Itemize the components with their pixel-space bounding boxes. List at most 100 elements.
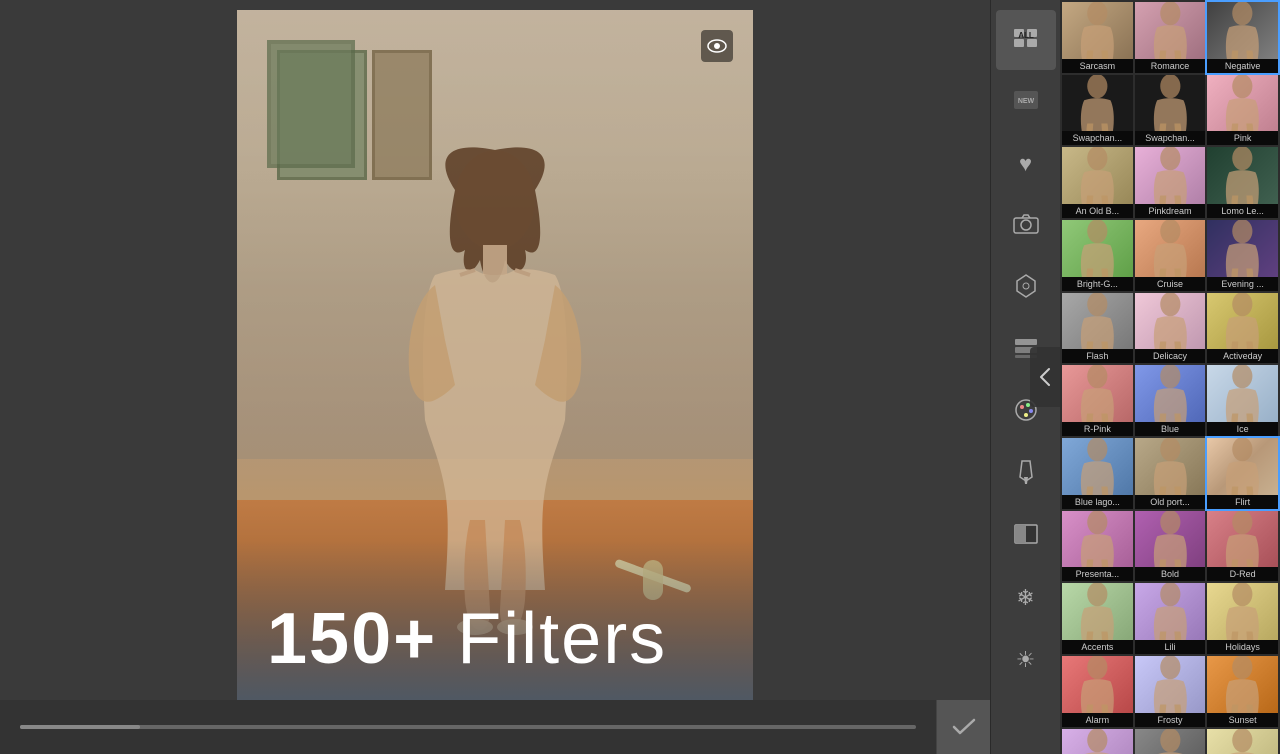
- snowflake-icon: ❄: [1016, 587, 1034, 609]
- filter-label-swapchannel1: Swapchan...: [1062, 131, 1133, 145]
- filter-thumb-bold: [1135, 511, 1206, 568]
- crystal-icon: [1013, 273, 1039, 303]
- filter-item-evening[interactable]: Evening ...: [1207, 220, 1278, 291]
- filter-label-romance: Romance: [1135, 59, 1206, 73]
- nav-item-snowflake[interactable]: ❄: [996, 568, 1056, 628]
- nav-item-brush[interactable]: [996, 444, 1056, 504]
- chevron-left-icon: [1039, 367, 1051, 387]
- filter-label-lili: Lili: [1135, 640, 1206, 654]
- checkmark-icon: [952, 718, 976, 736]
- filter-item-romance[interactable]: Romance: [1135, 2, 1206, 73]
- filter-item-pink[interactable]: Pink: [1207, 75, 1278, 146]
- mask-icon: [1014, 524, 1038, 548]
- new-icon: NEW: [1013, 90, 1039, 114]
- filter-thumb-ice: [1207, 365, 1278, 422]
- filter-thumb-holidays: [1207, 583, 1278, 640]
- filter-label-sunset: Sunset: [1207, 713, 1278, 727]
- filter-label-ice: Ice: [1207, 422, 1278, 436]
- filter-label-accents: Accents: [1062, 640, 1133, 654]
- filter-item-cruise[interactable]: Cruise: [1135, 220, 1206, 291]
- filter-item-lili[interactable]: Lili: [1135, 583, 1206, 654]
- nav-item-new[interactable]: NEW: [996, 72, 1056, 132]
- filter-item-oldbeauty[interactable]: An Old B...: [1062, 147, 1133, 218]
- filter-panel: Sarcasm Romance Negative Swapchan... Swa…: [1060, 0, 1280, 754]
- filter-item-ice[interactable]: Ice: [1207, 365, 1278, 436]
- filter-label-holidays: Holidays: [1207, 640, 1278, 654]
- filter-label: Filters: [457, 598, 667, 680]
- filter-item-pinkdream[interactable]: Pinkdream: [1135, 147, 1206, 218]
- filter-thumb-frosty: [1135, 656, 1206, 713]
- nav-item-mask[interactable]: [996, 506, 1056, 566]
- filter-item-presentation[interactable]: Presenta...: [1062, 511, 1133, 582]
- filter-thumb-evening: [1207, 220, 1278, 277]
- filter-item-flirt[interactable]: Flirt: [1207, 438, 1278, 509]
- filter-item-delicacy[interactable]: Delicacy: [1135, 293, 1206, 364]
- bottom-toolbar: [0, 700, 990, 754]
- filter-item-negative[interactable]: Negative: [1207, 2, 1278, 73]
- filter-label-evening: Evening ...: [1207, 277, 1278, 291]
- filter-item-swapchannel2[interactable]: Swapchan...: [1135, 75, 1206, 146]
- filter-label-pink: Pink: [1207, 131, 1278, 145]
- filter-item-rpink[interactable]: R-Pink: [1062, 365, 1133, 436]
- filter-item-oldport[interactable]: Old port...: [1135, 438, 1206, 509]
- filter-item-blue[interactable]: Blue: [1135, 365, 1206, 436]
- filter-item-more2[interactable]: ...: [1135, 729, 1206, 754]
- filter-thumb-more2: [1135, 729, 1206, 754]
- filter-item-accents[interactable]: Accents: [1062, 583, 1133, 654]
- nav-item-crystal[interactable]: [996, 258, 1056, 318]
- filter-thumb-delicacy: [1135, 293, 1206, 350]
- filter-thumb-brightgreen: [1062, 220, 1133, 277]
- eye-toggle-button[interactable]: [701, 30, 733, 62]
- filter-thumb-more3: [1207, 729, 1278, 754]
- filter-label-rpink: R-Pink: [1062, 422, 1133, 436]
- filter-thumb-alarm: [1062, 656, 1133, 713]
- confirm-button[interactable]: [936, 700, 990, 754]
- filter-label-oldbeauty: An Old B...: [1062, 204, 1133, 218]
- filter-label-swapchannel2: Swapchan...: [1135, 131, 1206, 145]
- filter-item-brightgreen[interactable]: Bright-G...: [1062, 220, 1133, 291]
- nav-item-all[interactable]: ALL: [996, 10, 1056, 70]
- filter-label-dred: D-Red: [1207, 567, 1278, 581]
- all-icon: ALL: [1013, 28, 1039, 52]
- filter-label-frosty: Frosty: [1135, 713, 1206, 727]
- filter-thumb-swapchannel2: [1135, 75, 1206, 132]
- filter-thumb-romance: [1135, 2, 1206, 59]
- filter-thumb-pink: [1207, 75, 1278, 132]
- nav-item-camera[interactable]: [996, 196, 1056, 256]
- svg-text:ALL: ALL: [1018, 31, 1034, 40]
- filter-label-alarm: Alarm: [1062, 713, 1133, 727]
- sun-icon: ☀: [1016, 649, 1036, 671]
- filter-label-presentation: Presenta...: [1062, 567, 1133, 581]
- filter-label-bluelago: Blue lago...: [1062, 495, 1133, 509]
- nav-item-favorites[interactable]: ♥: [996, 134, 1056, 194]
- filter-item-sarcasm[interactable]: Sarcasm: [1062, 2, 1133, 73]
- filter-thumb-rpink: [1062, 365, 1133, 422]
- filter-item-flash[interactable]: Flash: [1062, 293, 1133, 364]
- filter-item-sunset[interactable]: Sunset: [1207, 656, 1278, 727]
- filter-label-flirt: Flirt: [1207, 495, 1278, 509]
- filter-label-pinkdream: Pinkdream: [1135, 204, 1206, 218]
- filter-item-more3[interactable]: ...: [1207, 729, 1278, 754]
- filter-label-blue: Blue: [1135, 422, 1206, 436]
- collapse-panel-button[interactable]: [1030, 347, 1060, 407]
- filter-count: 150+: [267, 598, 437, 680]
- nav-item-sun[interactable]: ☀: [996, 630, 1056, 690]
- brush-svg-icon: [1014, 459, 1038, 485]
- filter-item-alarm[interactable]: Alarm: [1062, 656, 1133, 727]
- filter-item-bold[interactable]: Bold: [1135, 511, 1206, 582]
- filter-thumb-cruise: [1135, 220, 1206, 277]
- filter-item-swapchannel1[interactable]: Swapchan...: [1062, 75, 1133, 146]
- filter-item-bluelago[interactable]: Blue lago...: [1062, 438, 1133, 509]
- filter-item-frosty[interactable]: Frosty: [1135, 656, 1206, 727]
- filter-item-activeday[interactable]: Activeday: [1207, 293, 1278, 364]
- grid-icon: ALL: [1013, 28, 1039, 48]
- filter-item-more1[interactable]: ...: [1062, 729, 1133, 754]
- photo-container: 150+ Filters: [237, 10, 753, 700]
- filter-item-holidays[interactable]: Holidays: [1207, 583, 1278, 654]
- filter-label-lomolens: Lomo Le...: [1207, 204, 1278, 218]
- filter-item-lomolens[interactable]: Lomo Le...: [1207, 147, 1278, 218]
- filter-item-dred[interactable]: D-Red: [1207, 511, 1278, 582]
- filter-thumb-sunset: [1207, 656, 1278, 713]
- intensity-slider[interactable]: [20, 725, 916, 729]
- filter-thumb-flirt: [1207, 438, 1278, 495]
